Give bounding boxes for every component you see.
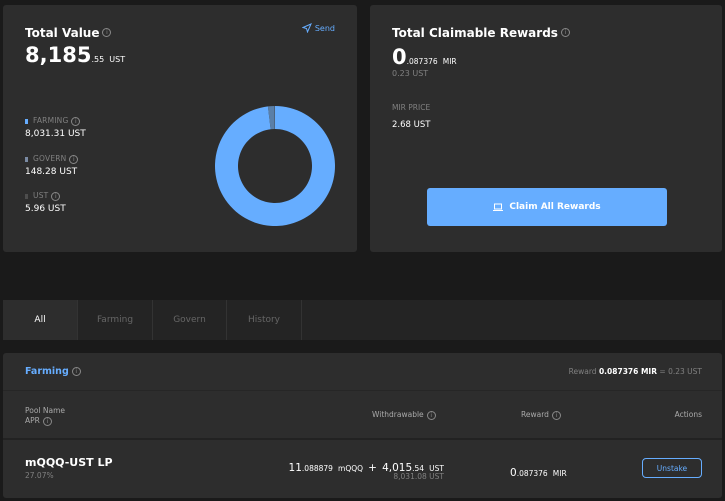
tab-bar: All Farming Govern History [3,300,722,340]
send-icon [301,23,312,33]
withdrawable-total: 8,031.08 UST [393,472,444,481]
allocation-donut-chart [215,106,335,227]
legend-farming: FARMING i 8,031.31 UST [25,116,86,139]
col-apr: APR i [25,416,52,426]
col-withdrawable: Withdrawable i [372,410,436,420]
info-icon[interactable]: i [426,410,436,420]
govern-swatch [25,156,28,162]
unstake-button[interactable]: Unstake [642,458,702,478]
claim-all-rewards-button[interactable]: Claim All Rewards [427,188,667,226]
table-row: mQQQ-UST LP 27.07% 11.088879 mQQQ + 4,01… [3,440,722,498]
farming-swatch [25,118,28,124]
send-button[interactable]: Send [301,23,335,33]
col-pool-name: Pool Name [25,406,66,415]
legend-govern: GOVERN i 148.28 UST [25,154,79,177]
tab-govern[interactable]: Govern [153,300,227,340]
rewards-card: Total Claimable Rewards i 0.087376 MIR 0.… [370,5,722,252]
info-icon[interactable]: i [102,28,112,37]
rewards-amount: 0.087376 MIR [392,45,457,69]
info-icon[interactable]: i [69,154,79,164]
reward-value: 0.087376 MIR [510,467,567,479]
farming-reward-summary: Reward 0.087376 MIR = 0.23 UST [568,367,702,376]
tab-farming[interactable]: Farming [78,300,153,340]
mir-price-label: MIR PRICE [392,103,431,112]
mir-price-value: 2.68 UST [392,120,431,130]
pool-name: mQQQ-UST LP [25,456,113,469]
divider [3,390,722,391]
farming-title: Farming i [25,366,81,377]
total-value-title: Total Value i [25,22,112,41]
info-icon[interactable]: i [71,367,81,376]
info-icon[interactable]: i [71,116,81,126]
info-icon[interactable]: i [51,191,61,201]
ust-swatch [25,193,28,199]
rewards-amount-ust: 0.23 UST [392,69,429,78]
info-icon[interactable]: i [42,416,52,426]
pool-apr: 27.07% [25,471,54,480]
info-icon[interactable]: i [551,410,561,420]
claim-icon [493,203,504,211]
legend-ust: UST i 5.96 UST [25,191,66,214]
col-actions: Actions [674,410,702,419]
total-value-card: Total Value i Send 8,185.55 UST FARMING i … [3,5,357,252]
total-value-amount: 8,185.55 UST [25,43,126,67]
info-icon[interactable]: i [560,28,570,37]
col-reward: Reward i [521,410,561,420]
tab-history[interactable]: History [227,300,302,340]
tab-all[interactable]: All [3,300,78,340]
rewards-title: Total Claimable Rewards i [392,22,570,41]
farming-card: Farming i Reward 0.087376 MIR = 0.23 UST … [3,353,722,498]
